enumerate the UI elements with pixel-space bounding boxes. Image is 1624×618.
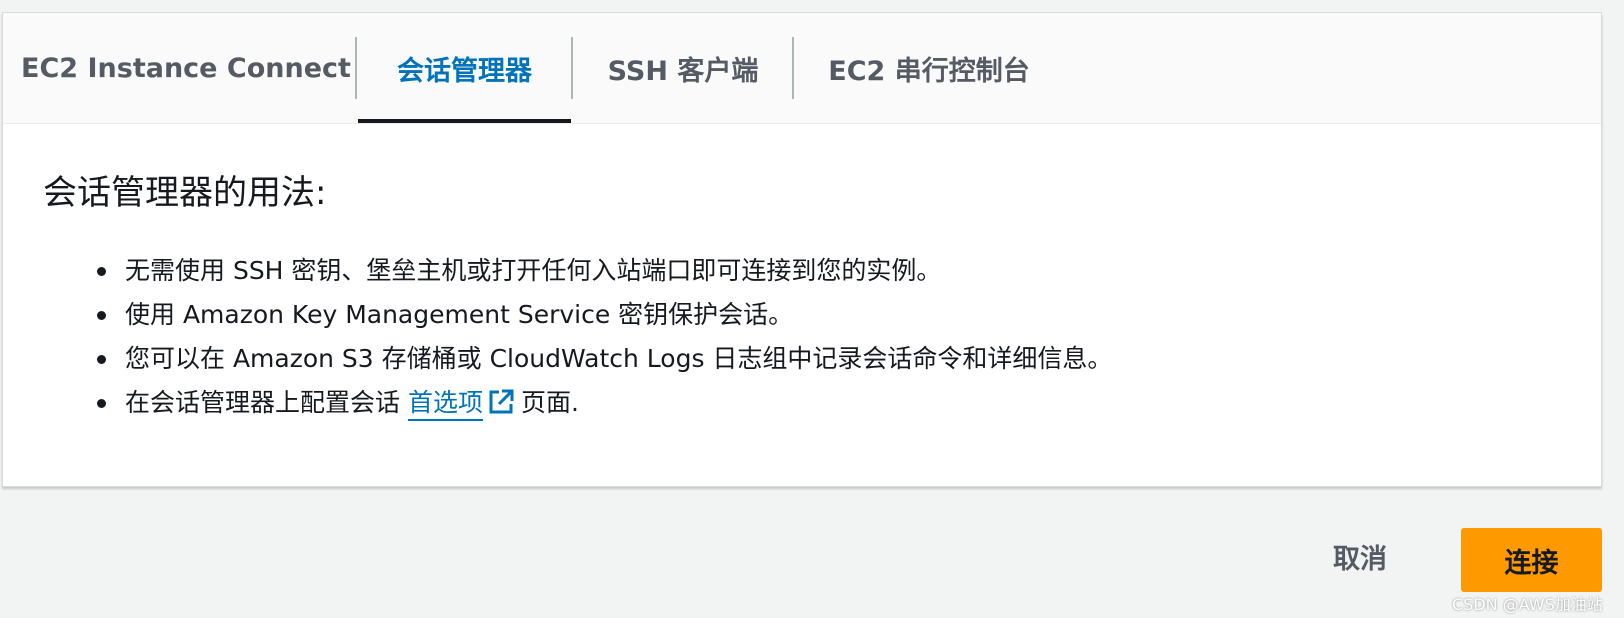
tab-ssh-client[interactable]: SSH 客户端 xyxy=(574,13,792,123)
connect-button[interactable]: 连接 xyxy=(1461,528,1602,592)
section-title: 会话管理器的用法: xyxy=(43,173,327,213)
tab-divider xyxy=(355,37,357,99)
connect-panel: EC2 Instance Connect 会话管理器 SSH 客户端 EC2 串… xyxy=(2,12,1602,487)
feature-list: 无需使用 SSH 密钥、堡垒主机或打开任何入站端口即可连接到您的实例。 使用 A… xyxy=(93,249,1112,430)
list-item-text: 使用 Amazon Key Management Service 密钥保护会话。 xyxy=(125,300,794,329)
list-item-text: 您可以在 Amazon S3 存储桶或 CloudWatch Logs 日志组中… xyxy=(125,344,1113,373)
tab-session-manager[interactable]: 会话管理器 xyxy=(358,13,571,123)
bullet-dot xyxy=(97,399,106,408)
external-link-icon[interactable] xyxy=(487,386,515,430)
tab-divider xyxy=(792,37,794,99)
list-item-text: 页面. xyxy=(520,388,579,417)
list-item: 在会话管理器上配置会话 首选项 页面. xyxy=(93,381,1112,430)
tab-bar: EC2 Instance Connect 会话管理器 SSH 客户端 EC2 串… xyxy=(3,13,1601,124)
tab-divider xyxy=(571,37,573,99)
list-item-text: 在会话管理器上配置会话 xyxy=(125,388,401,417)
tab-ec2-instance-connect[interactable]: EC2 Instance Connect xyxy=(21,13,351,123)
tab-ec2-serial-console[interactable]: EC2 串行控制台 xyxy=(795,13,1063,123)
cancel-button[interactable]: 取消 xyxy=(1305,526,1415,586)
bullet-dot xyxy=(97,267,106,276)
preferences-link[interactable]: 首选项 xyxy=(407,388,483,421)
bullet-dot xyxy=(97,311,106,320)
watermark: CSDN @AWS加油站 xyxy=(1452,595,1603,614)
bullet-dot xyxy=(97,355,106,364)
list-item: 使用 Amazon Key Management Service 密钥保护会话。 xyxy=(93,293,1112,337)
list-item: 无需使用 SSH 密钥、堡垒主机或打开任何入站端口即可连接到您的实例。 xyxy=(93,249,1112,293)
list-item: 您可以在 Amazon S3 存储桶或 CloudWatch Logs 日志组中… xyxy=(93,337,1112,381)
list-item-text: 无需使用 SSH 密钥、堡垒主机或打开任何入站端口即可连接到您的实例。 xyxy=(125,256,942,285)
